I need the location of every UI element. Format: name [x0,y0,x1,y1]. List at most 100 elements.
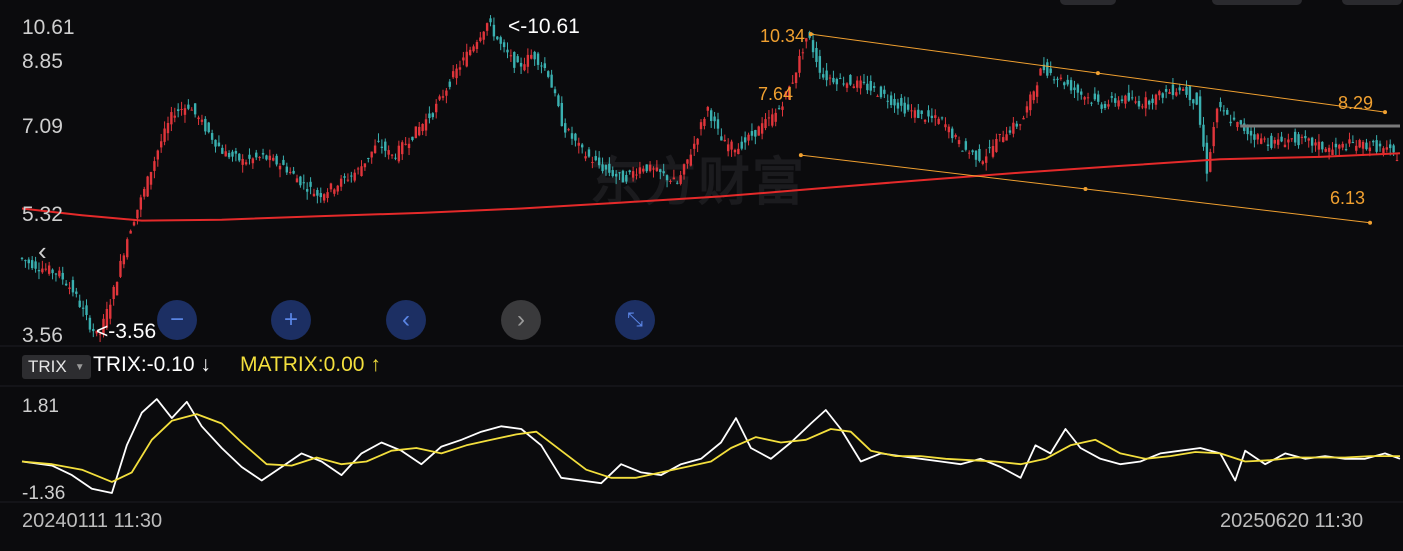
matrix-value: MATRIX:0.00 ↑ [240,353,381,377]
scroll-prev-button[interactable]: ‹ [386,300,426,340]
candle-body [92,328,95,332]
y-tick-label: 5.32 [22,203,63,226]
candle-body [1124,95,1127,104]
candle-body [540,65,543,67]
candle-body [210,133,214,140]
chart-stage[interactable]: 东方财富 10.61 8.85 7.09 5.32 3.56 <-10.61 <… [0,0,1403,551]
candle-body [1361,141,1365,149]
candle-body [1256,134,1260,140]
reset-zoom-button[interactable]: ⤡ [615,300,655,340]
candle-body [859,80,862,89]
channel-anchor [1095,71,1100,76]
candle-body [316,190,319,196]
candle-body [815,47,818,62]
candle-body [166,123,170,134]
candle-body [204,118,207,132]
candle-body [611,170,614,177]
candle-body [363,163,367,168]
candle-body [584,156,587,159]
candle-body [526,54,530,67]
candle-body [1321,141,1324,150]
candle-body [1049,68,1052,73]
candle-body [1338,144,1341,149]
candle-body [156,150,160,160]
candle-body [543,63,547,69]
candle-body [170,112,173,125]
candle-body [621,170,625,183]
candle-body [37,270,41,272]
candle-body [224,151,227,157]
candle-body [489,18,492,23]
candle-body [1270,135,1273,148]
moving-average-line [21,152,1401,222]
candle-body [604,165,608,170]
candle-body [502,42,506,48]
candle-body [889,95,893,105]
candle-body [1141,106,1144,108]
candle-body [506,49,509,53]
candle-body [631,171,635,178]
matrix-label: MATRIX:0.00 [240,353,365,376]
indicator-select[interactable]: TRIX ▼ [22,355,91,379]
scroll-next-button[interactable]: › [501,300,541,340]
candle-body [713,116,716,122]
candle-body [1012,122,1015,134]
candle-body [221,147,224,154]
candle-body [468,49,472,56]
candle-body [961,150,964,152]
candle-body [1273,140,1276,144]
zoom-out-button[interactable]: − [157,300,197,340]
candle-body [635,174,638,176]
candle-body [1097,94,1100,102]
candle-body [845,83,849,88]
candle-body [394,157,397,159]
candle-body [85,305,88,316]
candle-body [1144,97,1147,109]
candle-body [1331,149,1334,155]
candle-body [754,130,757,137]
candle-body [1134,101,1137,103]
candle-body [163,128,166,142]
trix-value: TRIX:-0.10 ↓ [93,353,211,377]
candle-body [1161,93,1164,98]
candle-body [1035,85,1039,97]
candle-body [1154,94,1158,105]
candle-body [370,151,373,158]
candle-body [428,113,431,119]
candle-body [1351,142,1355,144]
candle-body [1005,134,1008,141]
candle-body [126,239,129,258]
candle-body [1229,121,1232,124]
end-date-label: 20250620 11:30 [1220,510,1364,532]
candle-body [1093,93,1097,100]
channel-anchor [808,32,813,37]
candle-body [886,100,889,102]
candle-body [1110,96,1114,98]
candle-body [937,118,940,124]
scroll-left-icon[interactable]: ‹ [38,236,47,267]
candle-body [934,115,937,118]
candle-body [438,96,441,100]
candle-body [896,102,900,109]
candle-body [183,108,187,115]
candle-body [122,255,126,265]
candle-body [570,133,574,139]
channel-anchor [1383,110,1388,115]
candle-body [1086,97,1090,99]
candle-body [51,269,54,274]
collapse-icon: ⤡ [627,308,643,331]
price-chart[interactable] [0,0,1403,551]
candle-body [832,77,835,83]
candle-body [278,165,282,170]
candle-body [560,102,564,127]
candle-body [587,149,591,157]
candle-body [798,55,801,73]
candle-body [434,103,438,113]
candle-body [143,189,146,197]
candle-body [686,159,689,164]
candle-body [876,95,879,97]
candle-body [1293,131,1297,143]
zoom-in-button[interactable]: + [271,300,311,340]
candle-body [940,117,944,119]
y-tick-label: 3.56 [22,324,63,347]
